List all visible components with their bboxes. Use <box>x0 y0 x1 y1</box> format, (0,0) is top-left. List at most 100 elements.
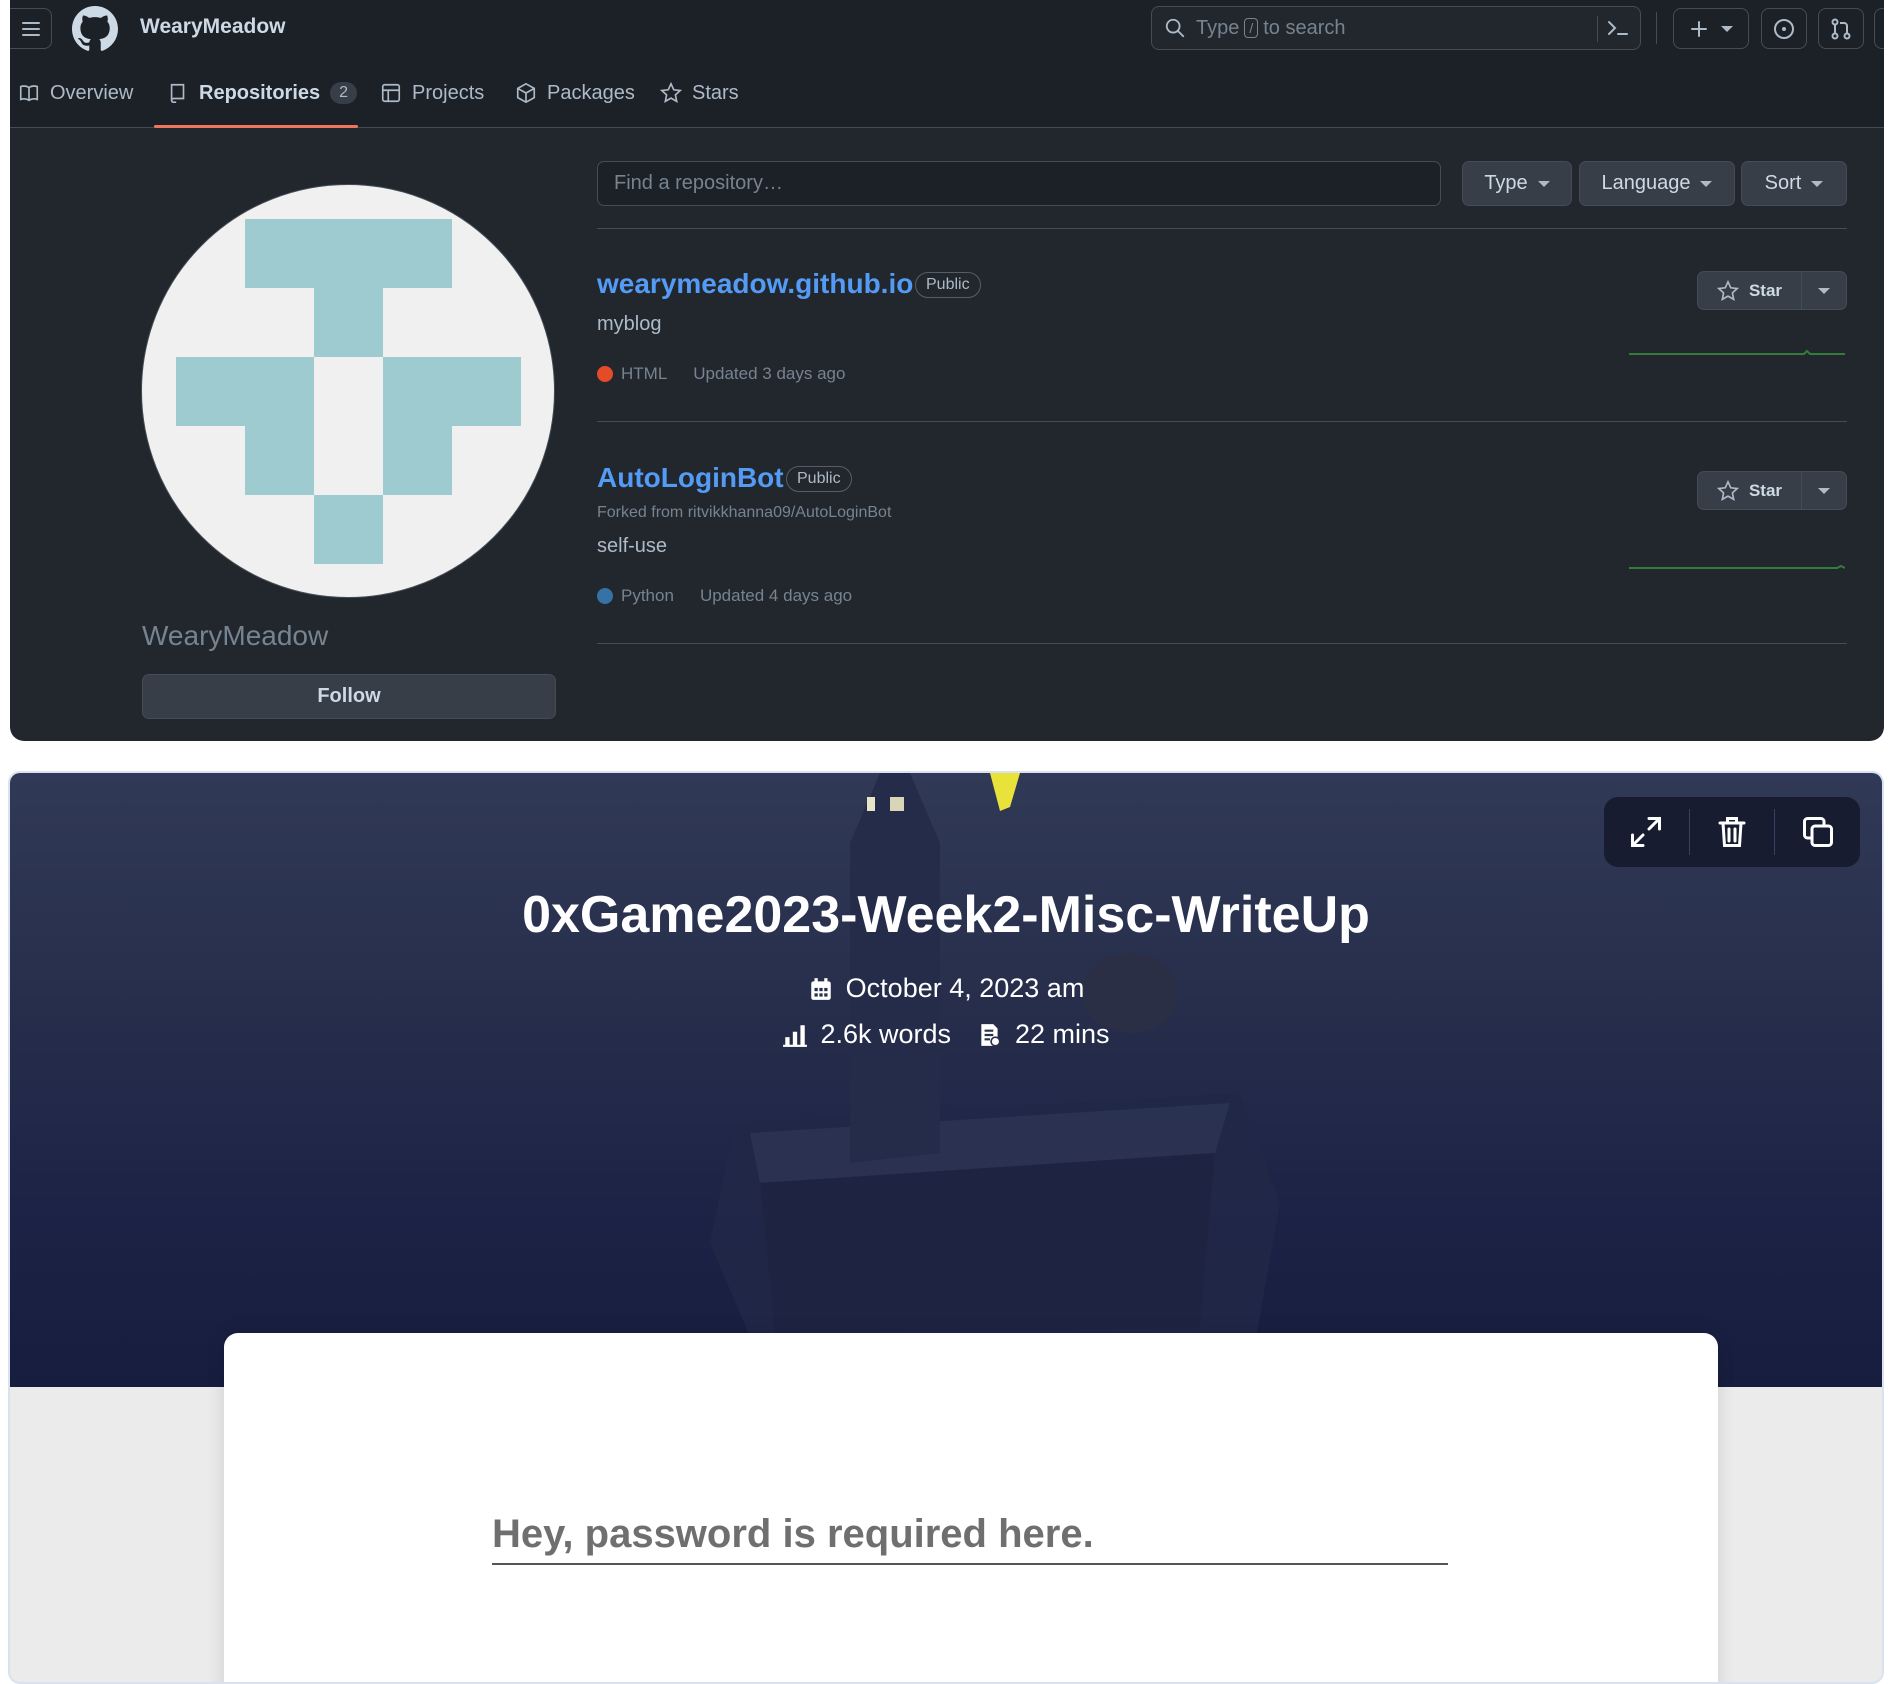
copy-icon <box>1802 817 1833 847</box>
repo-meta: HTML Updated 3 days ago <box>597 364 845 384</box>
global-search-input[interactable]: Type / to search <box>1151 6 1641 50</box>
language-filter-label: Language <box>1601 172 1691 194</box>
repo-language: Python <box>621 586 674 605</box>
issues-button[interactable] <box>1761 8 1807 49</box>
hamburger-menu-button[interactable] <box>10 8 52 49</box>
repo-meta: Python Updated 4 days ago <box>597 586 852 606</box>
search-hint-suffix: to search <box>1263 16 1346 39</box>
star-button-group: Star <box>1697 271 1847 310</box>
post-title: 0xGame2023-Week2-Misc-WriteUp <box>522 886 1370 944</box>
tab-repositories[interactable]: Repositories 2 <box>167 74 358 112</box>
github-profile-window: WearyMeadow Type / to search Overview Re… <box>10 0 1884 741</box>
chevron-down-icon <box>1811 180 1824 187</box>
post-content-card <box>224 1333 1718 1682</box>
blog-post-window: 0xGame2023-Week2-Misc-WriteUp October 4,… <box>8 771 1884 1684</box>
header-divider <box>1656 12 1657 44</box>
tab-stars[interactable]: Stars <box>660 74 739 112</box>
activity-sparkline <box>1629 564 1845 569</box>
star-list-dropdown[interactable] <box>1802 272 1846 309</box>
tab-packages[interactable]: Packages <box>515 74 635 112</box>
follow-button[interactable]: Follow <box>142 674 556 719</box>
password-input[interactable] <box>492 1505 1448 1565</box>
star-icon <box>660 82 682 103</box>
post-stats-line: 2.6k words 22 mins <box>10 1019 1882 1050</box>
header-overflow-button[interactable] <box>1874 8 1884 49</box>
post-date-line: October 4, 2023 am <box>10 973 1882 1004</box>
copy-button[interactable] <box>1775 797 1860 867</box>
language-color-dot <box>597 366 613 382</box>
repo-updated: Updated 3 days ago <box>693 364 846 383</box>
tab-projects[interactable]: Projects <box>380 74 484 112</box>
star-list-dropdown[interactable] <box>1802 472 1846 509</box>
find-repository-input[interactable] <box>597 161 1441 206</box>
header-username[interactable]: WearyMeadow <box>140 15 286 39</box>
profile-tabs: Overview Repositories 2 Projects Package… <box>10 56 1884 128</box>
package-icon <box>516 82 536 104</box>
hero-banner: 0xGame2023-Week2-Misc-WriteUp October 4,… <box>10 773 1882 1387</box>
tab-label: Packages <box>547 81 635 104</box>
repo-name-link[interactable]: AutoLoginBot <box>597 462 784 494</box>
reading-time: 22 mins <box>1015 1019 1110 1049</box>
repo-count-badge: 2 <box>330 82 358 104</box>
forked-from-text[interactable]: Forked from ritvikkhanna09/AutoLoginBot <box>597 504 891 522</box>
search-shortcut-key: / <box>1244 18 1259 38</box>
search-hint-prefix: Type <box>1196 16 1240 39</box>
chevron-down-icon <box>1818 487 1830 494</box>
trash-icon <box>1718 817 1746 847</box>
star-icon <box>1716 479 1739 501</box>
language-color-dot <box>597 588 613 604</box>
chevron-down-icon <box>1700 180 1713 187</box>
star-button[interactable]: Star <box>1698 272 1802 309</box>
expand-icon <box>1631 817 1662 847</box>
sort-label: Sort <box>1764 172 1802 194</box>
delete-button[interactable] <box>1690 797 1775 867</box>
create-new-button[interactable] <box>1673 8 1749 49</box>
book-icon <box>19 85 39 102</box>
activity-sparkline <box>1629 349 1845 355</box>
star-button-group: Star <box>1697 471 1847 510</box>
visibility-badge: Public <box>786 466 852 492</box>
command-palette-icon[interactable] <box>1606 16 1630 40</box>
plus-icon <box>1691 20 1707 37</box>
active-tab-indicator <box>154 125 358 128</box>
chevron-down-icon <box>1537 180 1550 187</box>
menu-icon <box>21 21 40 36</box>
star-button[interactable]: Star <box>1698 472 1802 509</box>
repo-description: self-use <box>597 535 668 557</box>
word-count: 2.6k words <box>820 1019 951 1049</box>
calendar-icon <box>810 977 831 1000</box>
repo-icon <box>170 83 185 103</box>
repo-updated: Updated 4 days ago <box>699 586 853 605</box>
language-filter-button[interactable]: Language <box>1579 161 1735 206</box>
identicon-image <box>176 219 521 564</box>
type-filter-button[interactable]: Type <box>1462 161 1572 206</box>
search-divider <box>1597 16 1598 42</box>
avatar[interactable] <box>141 184 555 598</box>
lighthouse-scene-image <box>710 773 1280 1348</box>
github-logo-icon[interactable] <box>72 6 118 52</box>
repo-divider <box>597 643 1847 644</box>
repo-language: HTML <box>621 364 668 383</box>
table-icon <box>381 83 401 103</box>
sort-button[interactable]: Sort <box>1741 161 1847 206</box>
search-icon <box>1165 18 1185 38</box>
search-hint: Type / to search <box>1196 17 1346 40</box>
repo-list-item: wearymeadow.github.io Public myblog HTML… <box>597 228 1847 422</box>
repo-list-item: AutoLoginBot Public Forked from ritvikkh… <box>597 422 1847 644</box>
tab-overview[interactable]: Overview <box>18 74 133 112</box>
chevron-down-icon <box>1818 287 1830 294</box>
star-label: Star <box>1748 480 1783 500</box>
visibility-badge: Public <box>915 272 981 298</box>
pull-request-icon <box>1831 18 1851 39</box>
type-filter-label: Type <box>1484 172 1528 194</box>
bar-chart-icon <box>783 1024 808 1047</box>
expand-button[interactable] <box>1604 797 1689 867</box>
repo-name-link[interactable]: wearymeadow.github.io <box>597 268 913 300</box>
github-header: WearyMeadow Type / to search <box>10 0 1884 56</box>
star-label: Star <box>1748 280 1783 300</box>
repo-description: myblog <box>597 313 662 335</box>
pull-requests-button[interactable] <box>1818 8 1864 49</box>
tab-label: Overview <box>50 81 134 104</box>
post-toolbar <box>1604 797 1860 867</box>
tab-label: Stars <box>692 81 739 104</box>
